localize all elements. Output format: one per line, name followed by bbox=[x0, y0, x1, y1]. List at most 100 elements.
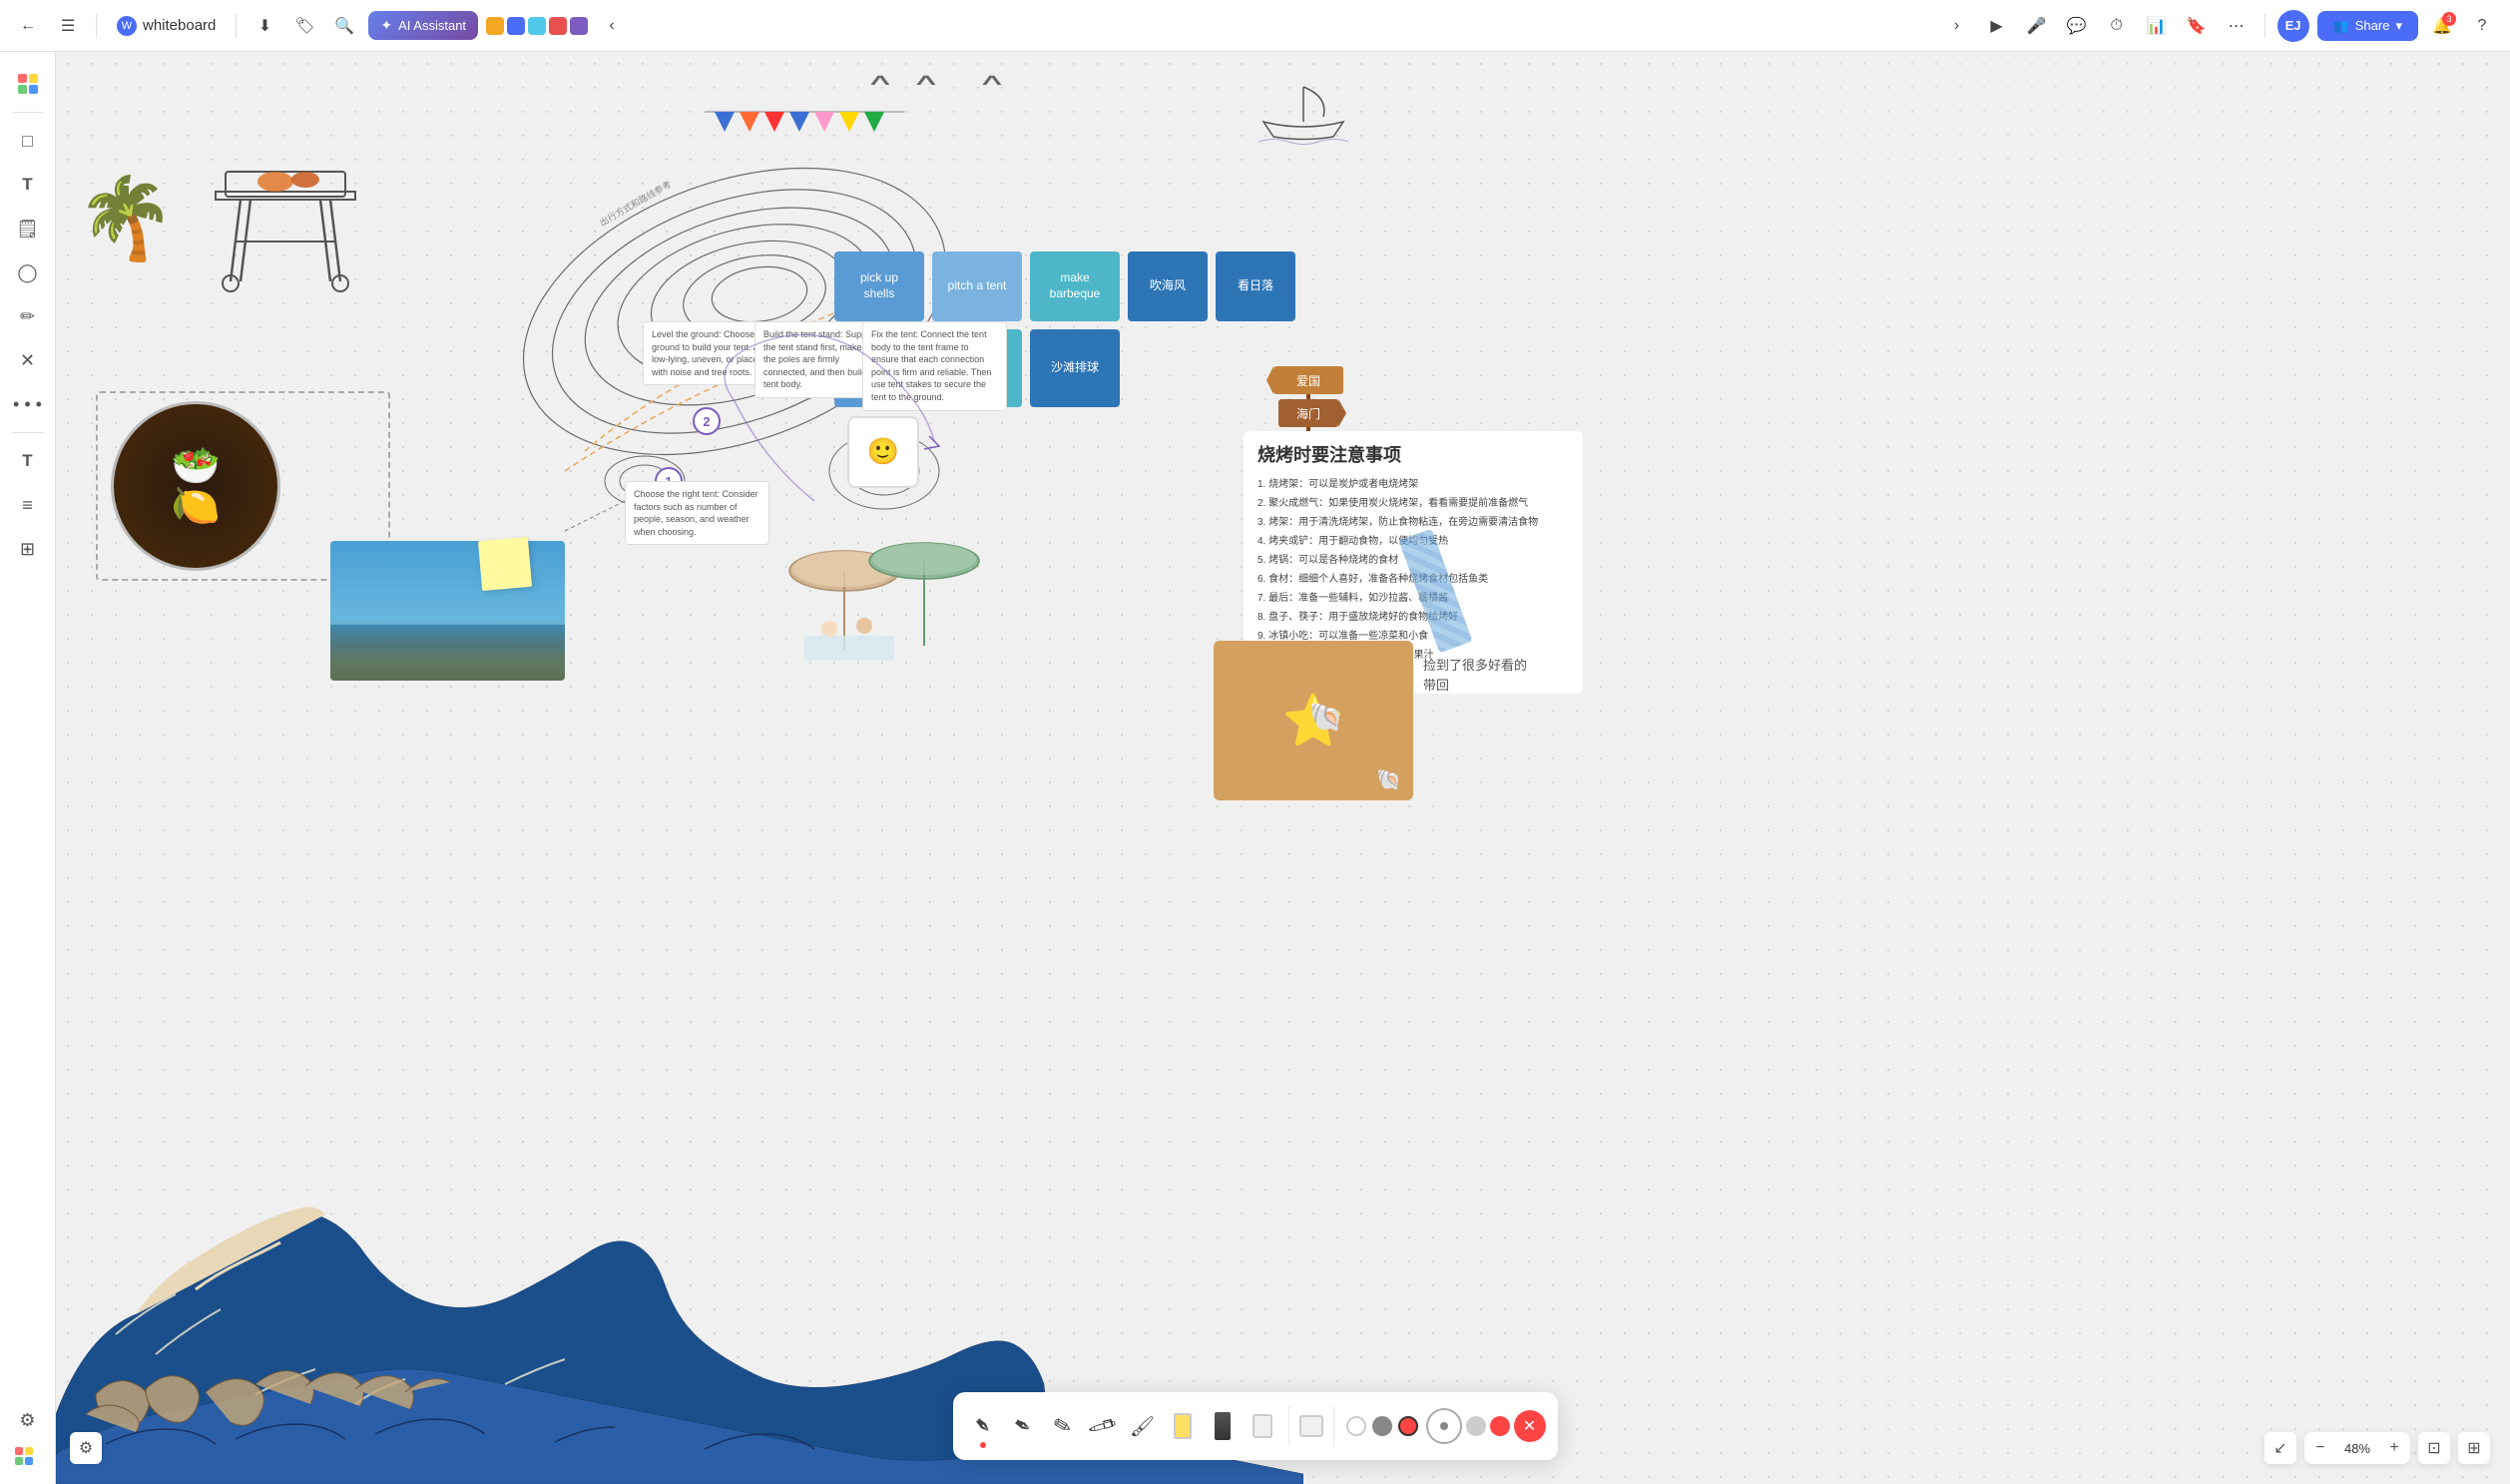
app-dot-red[interactable] bbox=[549, 17, 567, 35]
fountain-pen-tool[interactable]: ✒ bbox=[965, 1400, 1001, 1452]
shell-emoji: 🐚 bbox=[1376, 767, 1401, 792]
fountain-pen-color-dot bbox=[980, 1442, 986, 1448]
sidebar-text-tool[interactable]: T bbox=[8, 165, 48, 205]
sidebar-frame-tool[interactable]: □ bbox=[8, 121, 48, 161]
brush-tool[interactable]: 🖌 bbox=[1125, 1400, 1161, 1452]
toolbar-divider-1 bbox=[96, 14, 97, 38]
zoom-in-button[interactable]: + bbox=[2378, 1432, 2410, 1464]
sidebar-color-apps[interactable] bbox=[8, 64, 48, 104]
fountain-pen-icon: ✒ bbox=[967, 1410, 998, 1441]
card-pitch-a-tent[interactable]: pitch a tent bbox=[932, 251, 1022, 321]
app-dot-orange[interactable] bbox=[486, 17, 504, 35]
grid-view-button[interactable]: ⊞ bbox=[2458, 1432, 2490, 1464]
app-title: whiteboard bbox=[143, 17, 216, 34]
search-button[interactable]: 🔍 bbox=[328, 10, 360, 42]
card-make-barbeque[interactable]: make barbeque bbox=[1030, 251, 1120, 321]
sidebar-eraser-tool[interactable]: ✕ bbox=[8, 340, 48, 380]
app-dot-blue[interactable] bbox=[507, 17, 525, 35]
menu-button[interactable]: ☰ bbox=[52, 10, 84, 42]
mic-button[interactable]: 🎤 bbox=[2021, 10, 2053, 42]
app-dot-cyan[interactable] bbox=[528, 17, 546, 35]
target-dot bbox=[1440, 1422, 1448, 1430]
share-button[interactable]: 👥 Share ▾ bbox=[2317, 11, 2418, 41]
sidebar-text2-tool[interactable]: T bbox=[8, 441, 48, 481]
eraser-icon bbox=[1253, 1414, 1272, 1438]
card-pick-up-shells[interactable]: pick up shells bbox=[834, 251, 924, 321]
dot-red[interactable] bbox=[1490, 1416, 1510, 1436]
toolbar-divider-3 bbox=[2264, 14, 2265, 38]
notification-badge: 3 bbox=[2442, 12, 2456, 26]
sidebar-settings-button[interactable]: ⚙ bbox=[8, 1400, 48, 1440]
toolbar-divider-bt-2 bbox=[1333, 1406, 1334, 1446]
zoom-out-button[interactable]: − bbox=[2304, 1432, 2336, 1464]
highlighter-tool[interactable] bbox=[1165, 1400, 1201, 1452]
collapse-button[interactable]: ‹ bbox=[596, 10, 628, 42]
app-logo[interactable]: W whiteboard bbox=[109, 12, 224, 40]
tent-step-4-note: Fix the tent: Connect the tent body to t… bbox=[862, 321, 1007, 411]
sidebar-pen-tool[interactable]: ✏ bbox=[8, 296, 48, 336]
pen-tool[interactable]: ✒ bbox=[1005, 1400, 1041, 1452]
pencil-tool[interactable]: ✏ bbox=[1045, 1400, 1081, 1452]
play-button[interactable]: ▶ bbox=[1981, 10, 2013, 42]
canvas-area[interactable]: 🌴 bbox=[56, 52, 2510, 1484]
card-blow-wind[interactable]: 吹海风 bbox=[1128, 251, 1208, 321]
food-photo-circle: 🥗🍋 bbox=[111, 401, 280, 571]
back-button[interactable]: ← bbox=[12, 10, 44, 42]
canvas-content: 🌴 bbox=[56, 52, 2510, 1484]
marker-icon: 🖊 bbox=[1085, 1409, 1119, 1443]
tent-step-2-circle: 2 bbox=[693, 407, 721, 435]
smiley-card[interactable]: 🙂 bbox=[847, 416, 919, 488]
tag-button[interactable]: 🏷 bbox=[288, 10, 320, 42]
bookmark-button[interactable]: 🔖 bbox=[2181, 10, 2213, 42]
stroke-tool[interactable] bbox=[1297, 1400, 1325, 1452]
download-button[interactable]: ⬇ bbox=[249, 10, 280, 42]
card-watch-sunset[interactable]: 看日落 bbox=[1216, 251, 1295, 321]
pencil-icon: ✏ bbox=[1048, 1410, 1077, 1442]
app-logo-icon: W bbox=[117, 16, 137, 36]
color-red[interactable] bbox=[1398, 1416, 1418, 1436]
target-button[interactable] bbox=[1426, 1408, 1462, 1444]
dot-colors bbox=[1466, 1416, 1510, 1436]
color-white[interactable] bbox=[1346, 1416, 1366, 1436]
toolbar-divider-2 bbox=[236, 14, 237, 38]
sidebar-bottom: ⚙ bbox=[8, 1400, 48, 1472]
help-button[interactable]: ? bbox=[2466, 10, 2498, 42]
tent-step-1-note: Choose the right tent: Consider factors … bbox=[625, 481, 769, 545]
sidebar-sticky-tool[interactable]: 🗒 bbox=[8, 209, 48, 248]
timer-button[interactable]: ⏱ bbox=[2101, 10, 2133, 42]
dot-gray[interactable] bbox=[1466, 1416, 1486, 1436]
comment-button[interactable]: 💬 bbox=[2061, 10, 2093, 42]
pink-shell: 🐚 bbox=[1308, 701, 1343, 734]
card-sand-volleyball[interactable]: 沙滩排球 bbox=[1030, 329, 1120, 407]
toolbar-close-button[interactable]: ✕ bbox=[1514, 1410, 1546, 1442]
fit-view-button[interactable]: ⊡ bbox=[2418, 1432, 2450, 1464]
sidebar-shapes-tool[interactable]: ◯ bbox=[8, 252, 48, 292]
pen-icon: ✒ bbox=[1008, 1410, 1037, 1442]
forward-button[interactable]: › bbox=[1941, 10, 1973, 42]
food-emoji: 🥗🍋 bbox=[171, 446, 221, 526]
cursor-button-bl[interactable]: ⚙ bbox=[70, 1432, 102, 1464]
eraser-tool-bt[interactable] bbox=[1245, 1400, 1280, 1452]
cursor-tool-br[interactable]: ↙ bbox=[2264, 1432, 2296, 1464]
share-icon: 👥 bbox=[2333, 18, 2349, 34]
toolbar-divider-bt-1 bbox=[1288, 1406, 1289, 1446]
zoom-percentage[interactable]: 48% bbox=[2336, 1441, 2378, 1456]
user-avatar[interactable]: EJ bbox=[2277, 10, 2309, 42]
flag-banner bbox=[695, 102, 914, 177]
bbq-title: 烧烤时要注意事项 bbox=[1257, 441, 1569, 467]
calligraphy-icon bbox=[1215, 1412, 1231, 1440]
highlighter-icon bbox=[1174, 1413, 1192, 1439]
sidebar-more-tools[interactable]: • • • bbox=[8, 384, 48, 424]
present-button[interactable]: 📊 bbox=[2141, 10, 2173, 42]
app-dot-purple[interactable] bbox=[570, 17, 588, 35]
svg-text:爱国: 爱国 bbox=[1296, 374, 1320, 388]
notification-button[interactable]: 🔔 3 bbox=[2426, 10, 2458, 42]
sidebar-table-tool[interactable]: ⊞ bbox=[8, 529, 48, 569]
calligraphy-tool[interactable] bbox=[1205, 1400, 1241, 1452]
sidebar-apps-button[interactable] bbox=[8, 1440, 40, 1472]
more-button[interactable]: ⋯ bbox=[2221, 10, 2253, 42]
color-gray[interactable] bbox=[1372, 1416, 1392, 1436]
marker-tool[interactable]: 🖊 bbox=[1085, 1400, 1121, 1452]
sidebar-list-tool[interactable]: ≡ bbox=[8, 485, 48, 525]
ai-assistant-button[interactable]: ✦ AI Assistant bbox=[368, 11, 478, 40]
